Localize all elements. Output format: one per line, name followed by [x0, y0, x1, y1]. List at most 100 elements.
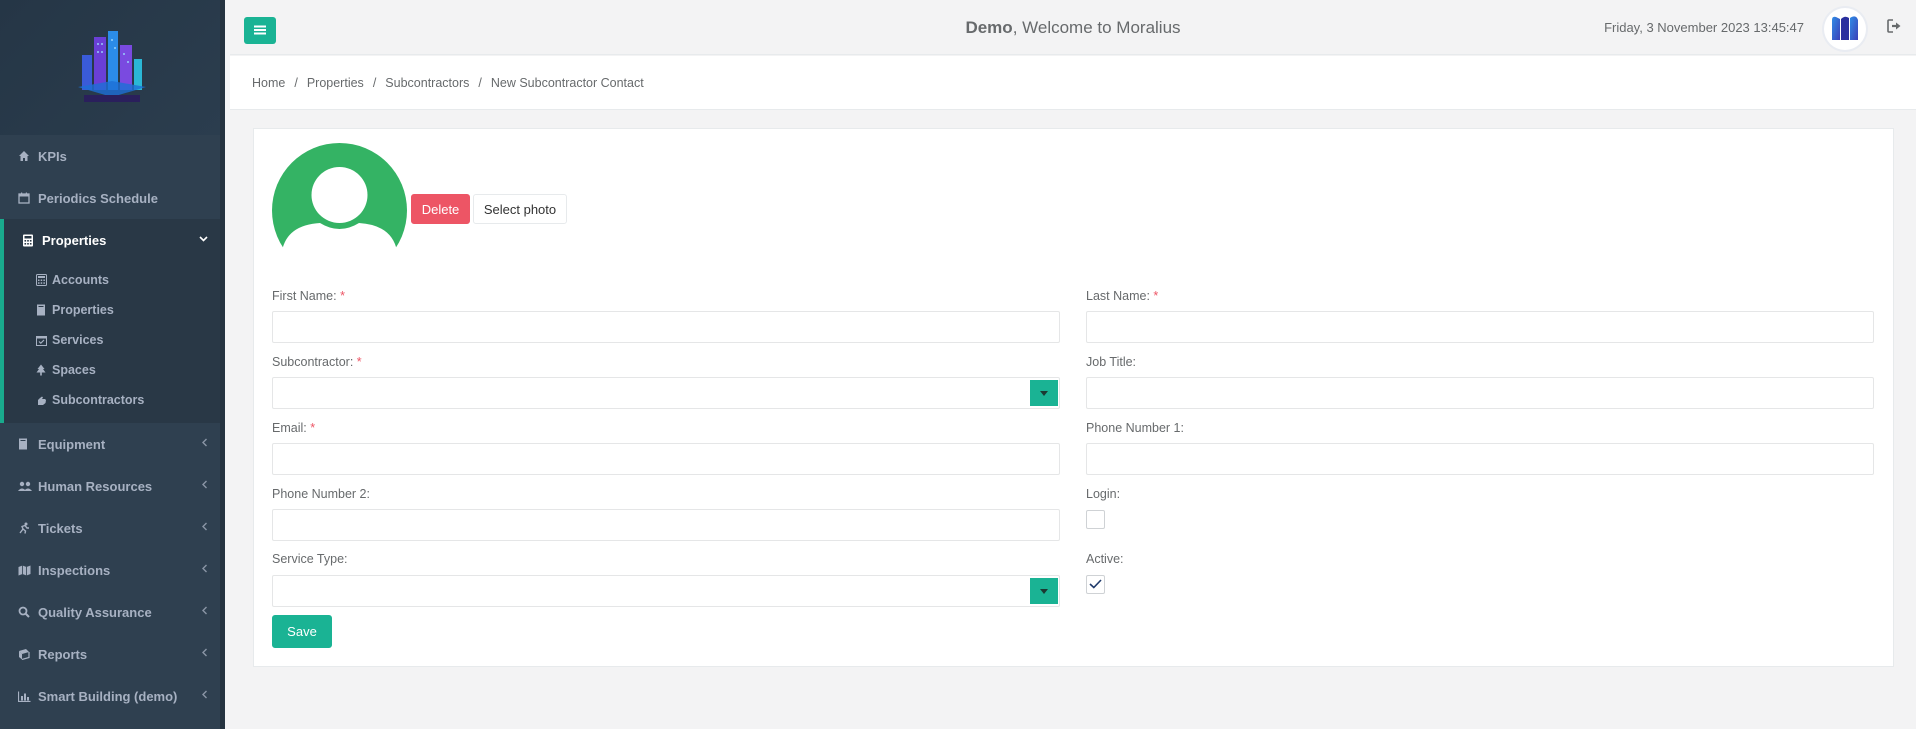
sidebar-subitem-label: Properties [52, 303, 114, 317]
first-name-label: First Name: * [272, 289, 345, 303]
sidebar-item-equipment[interactable]: Equipment [0, 423, 220, 465]
sidebar-nav-rest: Equipment Human Resources Tickets Inspec… [0, 423, 220, 717]
phone-number-1-label: Phone Number 1: [1086, 421, 1184, 435]
breadcrumb-current: New Subcontractor Contact [490, 75, 644, 90]
sidebar-subitem-accounts[interactable]: Accounts [4, 265, 220, 295]
first-name-label-text: First Name: [272, 289, 337, 303]
calendar-check-icon [36, 335, 52, 346]
last-name-input[interactable] [1086, 311, 1874, 343]
subcontractor-label-text: Subcontractor: [272, 355, 354, 369]
sidebar-item-label: KPIs [38, 148, 67, 164]
required-marker: * [340, 289, 345, 303]
runner-icon [18, 522, 38, 534]
job-title-label: Job Title: [1086, 355, 1137, 369]
sidebar-item-periodics-schedule[interactable]: Periodics Schedule [0, 177, 220, 219]
top-navbar: Demo, Welcome to Moralius Friday, 3 Nove… [230, 0, 1916, 55]
breadcrumb-home[interactable]: Home [252, 76, 285, 90]
phone-number-1-input[interactable] [1086, 443, 1874, 475]
sidebar-subitem-label: Accounts [52, 273, 109, 287]
save-button[interactable]: Save [272, 615, 332, 648]
sidebar-item-inspections[interactable]: Inspections [0, 549, 220, 591]
phone-number-2-label: Phone Number 2: [272, 487, 370, 501]
required-marker: * [310, 421, 316, 435]
welcome-text: , Welcome to Moralius [1012, 18, 1181, 37]
chevron-left-icon [201, 480, 208, 492]
sidebar-item-reports[interactable]: Reports [0, 633, 220, 675]
books-icon [18, 648, 38, 660]
sidebar-item-quality-assurance[interactable]: Quality Assurance [0, 591, 220, 633]
service-type-select[interactable] [272, 575, 1060, 607]
book-icon [18, 438, 38, 450]
calculator-icon [22, 234, 42, 247]
sidebar-nav: KPIs Periodics Schedule Properties [0, 135, 220, 261]
user-placeholder-icon [272, 143, 407, 251]
phone-number-2-input[interactable] [272, 509, 1060, 541]
breadcrumb-properties[interactable]: Properties [307, 76, 364, 90]
sidebar-subitem-label: Subcontractors [52, 393, 145, 407]
menu-toggle-button[interactable] [244, 17, 276, 44]
sidebar-item-label: Tickets [38, 520, 83, 536]
current-datetime: Friday, 3 November 2023 13:45:47 [1604, 20, 1804, 35]
email-input[interactable] [272, 443, 1060, 475]
sidebar-subitem-spaces[interactable]: Spaces [4, 355, 220, 385]
map-icon [18, 565, 38, 576]
sidebar-item-label: Quality Assurance [38, 604, 152, 620]
calculator-icon [36, 274, 52, 286]
breadcrumb-separator: / [478, 75, 482, 90]
first-name-input[interactable] [272, 311, 1060, 343]
bar-chart-icon [18, 691, 38, 702]
brand-logo-area [0, 0, 220, 135]
active-label: Active: [1086, 552, 1124, 566]
sidebar-item-label: Human Resources [38, 478, 153, 494]
home-icon [18, 150, 38, 162]
brand-logo-icon [78, 31, 146, 102]
caret-down-icon [1030, 380, 1058, 406]
hamburger-icon [254, 23, 266, 38]
breadcrumb: Home / Properties / Subcontractors / New… [230, 56, 1916, 110]
sign-out-icon [1887, 19, 1902, 36]
checkmark-icon [1089, 577, 1102, 592]
users-icon [18, 481, 38, 492]
sidebar-item-properties[interactable]: Properties [0, 219, 220, 261]
user-avatar[interactable] [1824, 8, 1866, 50]
sidebar-item-label: Equipment [38, 436, 106, 452]
active-checkbox[interactable] [1086, 575, 1105, 594]
service-type-label: Service Type: [272, 552, 348, 566]
login-label: Login: [1086, 487, 1121, 501]
sidebar-item-label: Periodics Schedule [38, 190, 158, 206]
tree-icon [36, 364, 52, 376]
sidebar-item-kpis[interactable]: KPIs [0, 135, 220, 177]
chevron-down-icon [199, 234, 208, 246]
required-marker: * [356, 355, 362, 369]
chevron-left-icon [201, 564, 208, 576]
contact-photo [272, 143, 407, 251]
book-icon [36, 304, 52, 316]
sidebar-item-human-resources[interactable]: Human Resources [0, 465, 220, 507]
caret-down-icon [1030, 578, 1058, 604]
logout-button[interactable] [1887, 19, 1902, 36]
chevron-left-icon [201, 648, 208, 660]
sidebar-item-tickets[interactable]: Tickets [0, 507, 220, 549]
properties-submenu: Accounts Properties Services Spaces Subc… [0, 261, 220, 423]
sidebar-item-smart-building[interactable]: Smart Building (demo) [0, 675, 220, 717]
calendar-icon [18, 192, 38, 204]
email-label-text: Email: [272, 421, 307, 435]
sidebar-item-label: Inspections [38, 562, 111, 578]
select-photo-button[interactable]: Select photo [473, 194, 567, 224]
sidebar-subitem-properties[interactable]: Properties [4, 295, 220, 325]
sidebar-subitem-label: Spaces [52, 363, 96, 377]
subcontractor-label: Subcontractor: * [272, 355, 362, 369]
sidebar: KPIs Periodics Schedule Properties Accou… [0, 0, 225, 729]
delete-photo-button[interactable]: Delete [411, 194, 470, 224]
breadcrumb-subcontractors[interactable]: Subcontractors [385, 76, 469, 90]
contact-form-card: Delete Select photo First Name: * Last N… [253, 128, 1894, 667]
login-checkbox[interactable] [1086, 510, 1105, 529]
sidebar-subitem-subcontractors[interactable]: Subcontractors [4, 385, 220, 415]
last-name-label-text: Last Name: [1086, 289, 1150, 303]
sidebar-subitem-services[interactable]: Services [4, 325, 220, 355]
magnifier-icon [18, 606, 38, 618]
hand-icon [36, 395, 52, 406]
chevron-left-icon [201, 438, 208, 450]
subcontractor-select[interactable] [272, 377, 1060, 409]
job-title-input[interactable] [1086, 377, 1874, 409]
